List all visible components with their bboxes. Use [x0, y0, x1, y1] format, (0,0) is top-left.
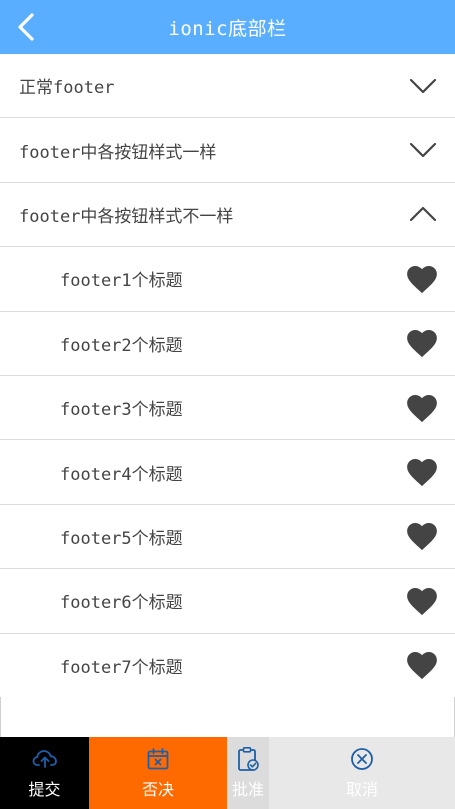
submit-button[interactable]: 提交 — [0, 737, 89, 809]
reject-label: 否决 — [141, 780, 174, 799]
section-different-style[interactable]: footer中各按钮样式不一样 — [0, 182, 455, 248]
clipboard-check-icon — [235, 746, 261, 772]
approve-label: 批准 — [231, 780, 264, 799]
cancel-label: 取消 — [345, 780, 378, 799]
circle-x-icon — [349, 746, 375, 772]
list-item-label: footer3个标题 — [60, 400, 183, 421]
heart-icon[interactable] — [404, 325, 440, 361]
list-item-footer5[interactable]: footer5个标题 — [0, 504, 455, 570]
accordion-list: 正常footer footer中各按钮样式一样 footer中各按钮样式不一样 … — [0, 54, 455, 698]
chevron-left-icon — [18, 13, 34, 41]
chevron-down-icon — [408, 135, 438, 165]
heart-icon[interactable] — [404, 518, 440, 554]
section-label: footer中各按钮样式不一样 — [19, 206, 234, 227]
heart-icon[interactable] — [404, 454, 440, 490]
cancel-button[interactable]: 取消 — [269, 737, 455, 809]
list-item-footer6[interactable]: footer6个标题 — [0, 569, 455, 634]
heart-icon[interactable] — [404, 583, 440, 619]
calendar-x-icon — [145, 746, 171, 772]
section-label: footer中各按钮样式一样 — [19, 142, 217, 163]
section-normal-footer[interactable]: 正常footer — [0, 54, 455, 119]
section-same-style[interactable]: footer中各按钮样式一样 — [0, 118, 455, 183]
chevron-down-icon — [408, 71, 438, 101]
list-item-label: footer6个标题 — [60, 593, 183, 614]
list-item-footer4[interactable]: footer4个标题 — [0, 440, 455, 505]
list-item-label: footer7个标题 — [60, 657, 183, 678]
section-label: 正常footer — [19, 78, 115, 99]
reject-button[interactable]: 否决 — [89, 737, 227, 809]
heart-icon[interactable] — [404, 261, 440, 297]
list-item-label: footer4个标题 — [60, 464, 183, 485]
footer-bar: 提交 否决 批准 取消 — [0, 737, 455, 809]
list-item-footer3[interactable]: footer3个标题 — [0, 375, 455, 441]
chevron-up-icon — [408, 199, 438, 229]
list-item-label: footer2个标题 — [60, 335, 183, 356]
cloud-upload-icon — [32, 746, 58, 772]
heart-icon[interactable] — [404, 647, 440, 683]
content-bottom-spacer — [0, 697, 455, 737]
heart-icon[interactable] — [404, 390, 440, 426]
list-item-footer7[interactable]: footer7个标题 — [0, 633, 455, 698]
app-header: ionic底部栏 — [0, 0, 455, 54]
list-item-label: footer5个标题 — [60, 528, 183, 549]
back-button[interactable] — [6, 7, 46, 47]
list-item-label: footer1个标题 — [60, 271, 183, 292]
list-item-footer1[interactable]: footer1个标题 — [0, 247, 455, 312]
approve-button[interactable]: 批准 — [227, 737, 269, 809]
list-item-footer2[interactable]: footer2个标题 — [0, 311, 455, 376]
submit-label: 提交 — [28, 780, 61, 799]
page-title: ionic底部栏 — [168, 17, 287, 40]
